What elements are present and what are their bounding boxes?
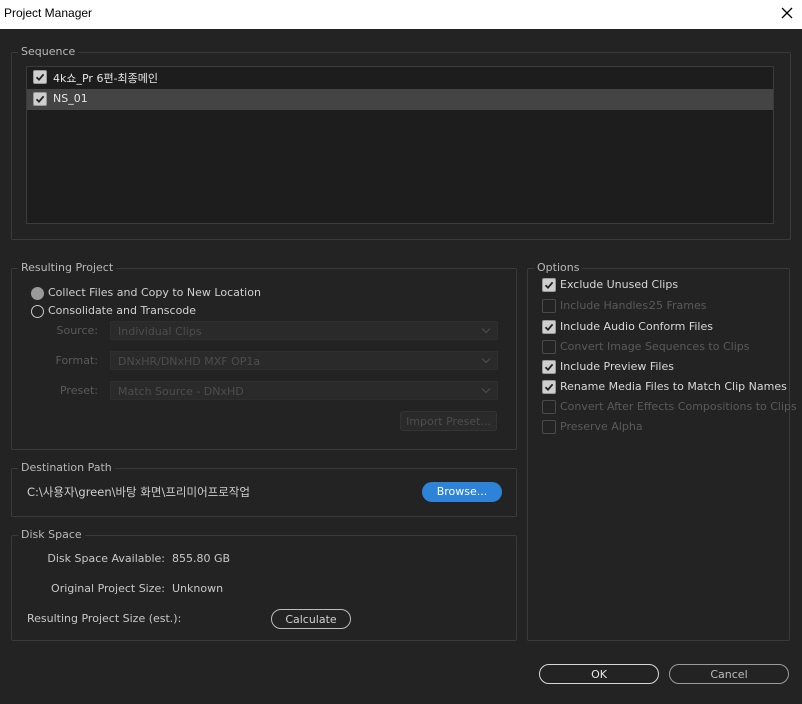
- include-handles-label: Include Handles:: [560, 299, 652, 312]
- sequence-list[interactable]: 4k쇼_Pr 6편-최종메인 NS_01: [26, 66, 774, 224]
- preset-label: Preset:: [59, 384, 98, 397]
- convert-image-sequences-checkbox[interactable]: [542, 340, 556, 354]
- sequence-checkbox[interactable]: [33, 70, 47, 84]
- convert-ae-checkbox[interactable]: [542, 400, 556, 414]
- checkmark-icon: [544, 281, 554, 290]
- format-value: DNxHR/DNxHD MXF OP1a: [118, 355, 261, 368]
- collect-files-radio[interactable]: [31, 287, 44, 300]
- source-dropdown[interactable]: Individual Clips: [110, 321, 498, 340]
- browse-button[interactable]: Browse...: [422, 482, 502, 502]
- destination-path: C:\사용자\green\바탕 화면\프리미어프로작업: [27, 485, 250, 499]
- convert-ae-label: Convert After Effects Compositions to Cl…: [560, 400, 797, 413]
- consolidate-radio[interactable]: [31, 305, 44, 318]
- collect-files-label[interactable]: Collect Files and Copy to New Location: [48, 286, 261, 299]
- ok-button[interactable]: OK: [539, 664, 659, 684]
- sequence-group-title: Sequence: [18, 45, 79, 58]
- checkmark-icon: [544, 383, 554, 392]
- rename-media-checkbox[interactable]: [542, 380, 556, 394]
- import-preset-button[interactable]: Import Preset...: [400, 411, 497, 431]
- window-title: Project Manager: [4, 6, 93, 20]
- format-dropdown[interactable]: DNxHR/DNxHD MXF OP1a: [110, 351, 498, 370]
- original-size-value: Unknown: [172, 582, 224, 595]
- source-label: Source:: [56, 324, 99, 337]
- checkmark-icon: [544, 323, 554, 332]
- cancel-button[interactable]: Cancel: [669, 664, 789, 684]
- disk-space-title: Disk Space: [18, 528, 85, 541]
- preset-value: Match Source - DNxHD: [118, 385, 244, 398]
- convert-image-sequences-label: Convert Image Sequences to Clips: [560, 340, 750, 353]
- disk-available-value: 855.80 GB: [172, 552, 231, 565]
- include-preview-checkbox[interactable]: [542, 360, 556, 374]
- resulting-project-title: Resulting Project: [18, 261, 117, 274]
- include-audio-conform-checkbox[interactable]: [542, 320, 556, 334]
- close-icon[interactable]: [780, 6, 794, 20]
- preserve-alpha-label: Preserve Alpha: [560, 420, 643, 433]
- chevron-down-icon: [481, 328, 491, 334]
- original-size-label: Original Project Size:: [51, 582, 165, 595]
- source-value: Individual Clips: [118, 325, 202, 338]
- include-audio-conform-label[interactable]: Include Audio Conform Files: [560, 320, 713, 333]
- checkmark-icon: [35, 73, 45, 82]
- include-handles-value[interactable]: 25 Frames: [649, 299, 707, 312]
- format-label: Format:: [55, 354, 98, 367]
- title-bar: Project Manager: [0, 0, 802, 29]
- options-title: Options: [534, 261, 583, 274]
- include-preview-label[interactable]: Include Preview Files: [560, 360, 674, 373]
- sequence-item-label: 4k쇼_Pr 6편-최종메인: [53, 72, 159, 85]
- destination-title: Destination Path: [18, 461, 115, 474]
- sequence-item[interactable]: 4k쇼_Pr 6편-최종메인: [27, 67, 773, 88]
- preserve-alpha-checkbox[interactable]: [542, 420, 556, 434]
- calculate-button[interactable]: Calculate: [271, 609, 351, 629]
- include-handles-checkbox[interactable]: [542, 299, 556, 313]
- exclude-unused-checkbox[interactable]: [542, 278, 556, 292]
- sequence-item-label: NS_01: [53, 92, 88, 105]
- resulting-size-label: Resulting Project Size (est.):: [27, 612, 182, 625]
- checkmark-icon: [544, 363, 554, 372]
- preset-dropdown[interactable]: Match Source - DNxHD: [110, 381, 498, 400]
- sequence-item[interactable]: NS_01: [27, 89, 773, 110]
- chevron-down-icon: [481, 358, 491, 364]
- sequence-checkbox[interactable]: [33, 92, 47, 106]
- checkmark-icon: [35, 95, 45, 104]
- chevron-down-icon: [481, 388, 491, 394]
- disk-available-label: Disk Space Available:: [47, 552, 165, 565]
- consolidate-label[interactable]: Consolidate and Transcode: [48, 304, 196, 317]
- exclude-unused-label[interactable]: Exclude Unused Clips: [560, 278, 678, 291]
- rename-media-label[interactable]: Rename Media Files to Match Clip Names: [560, 380, 787, 393]
